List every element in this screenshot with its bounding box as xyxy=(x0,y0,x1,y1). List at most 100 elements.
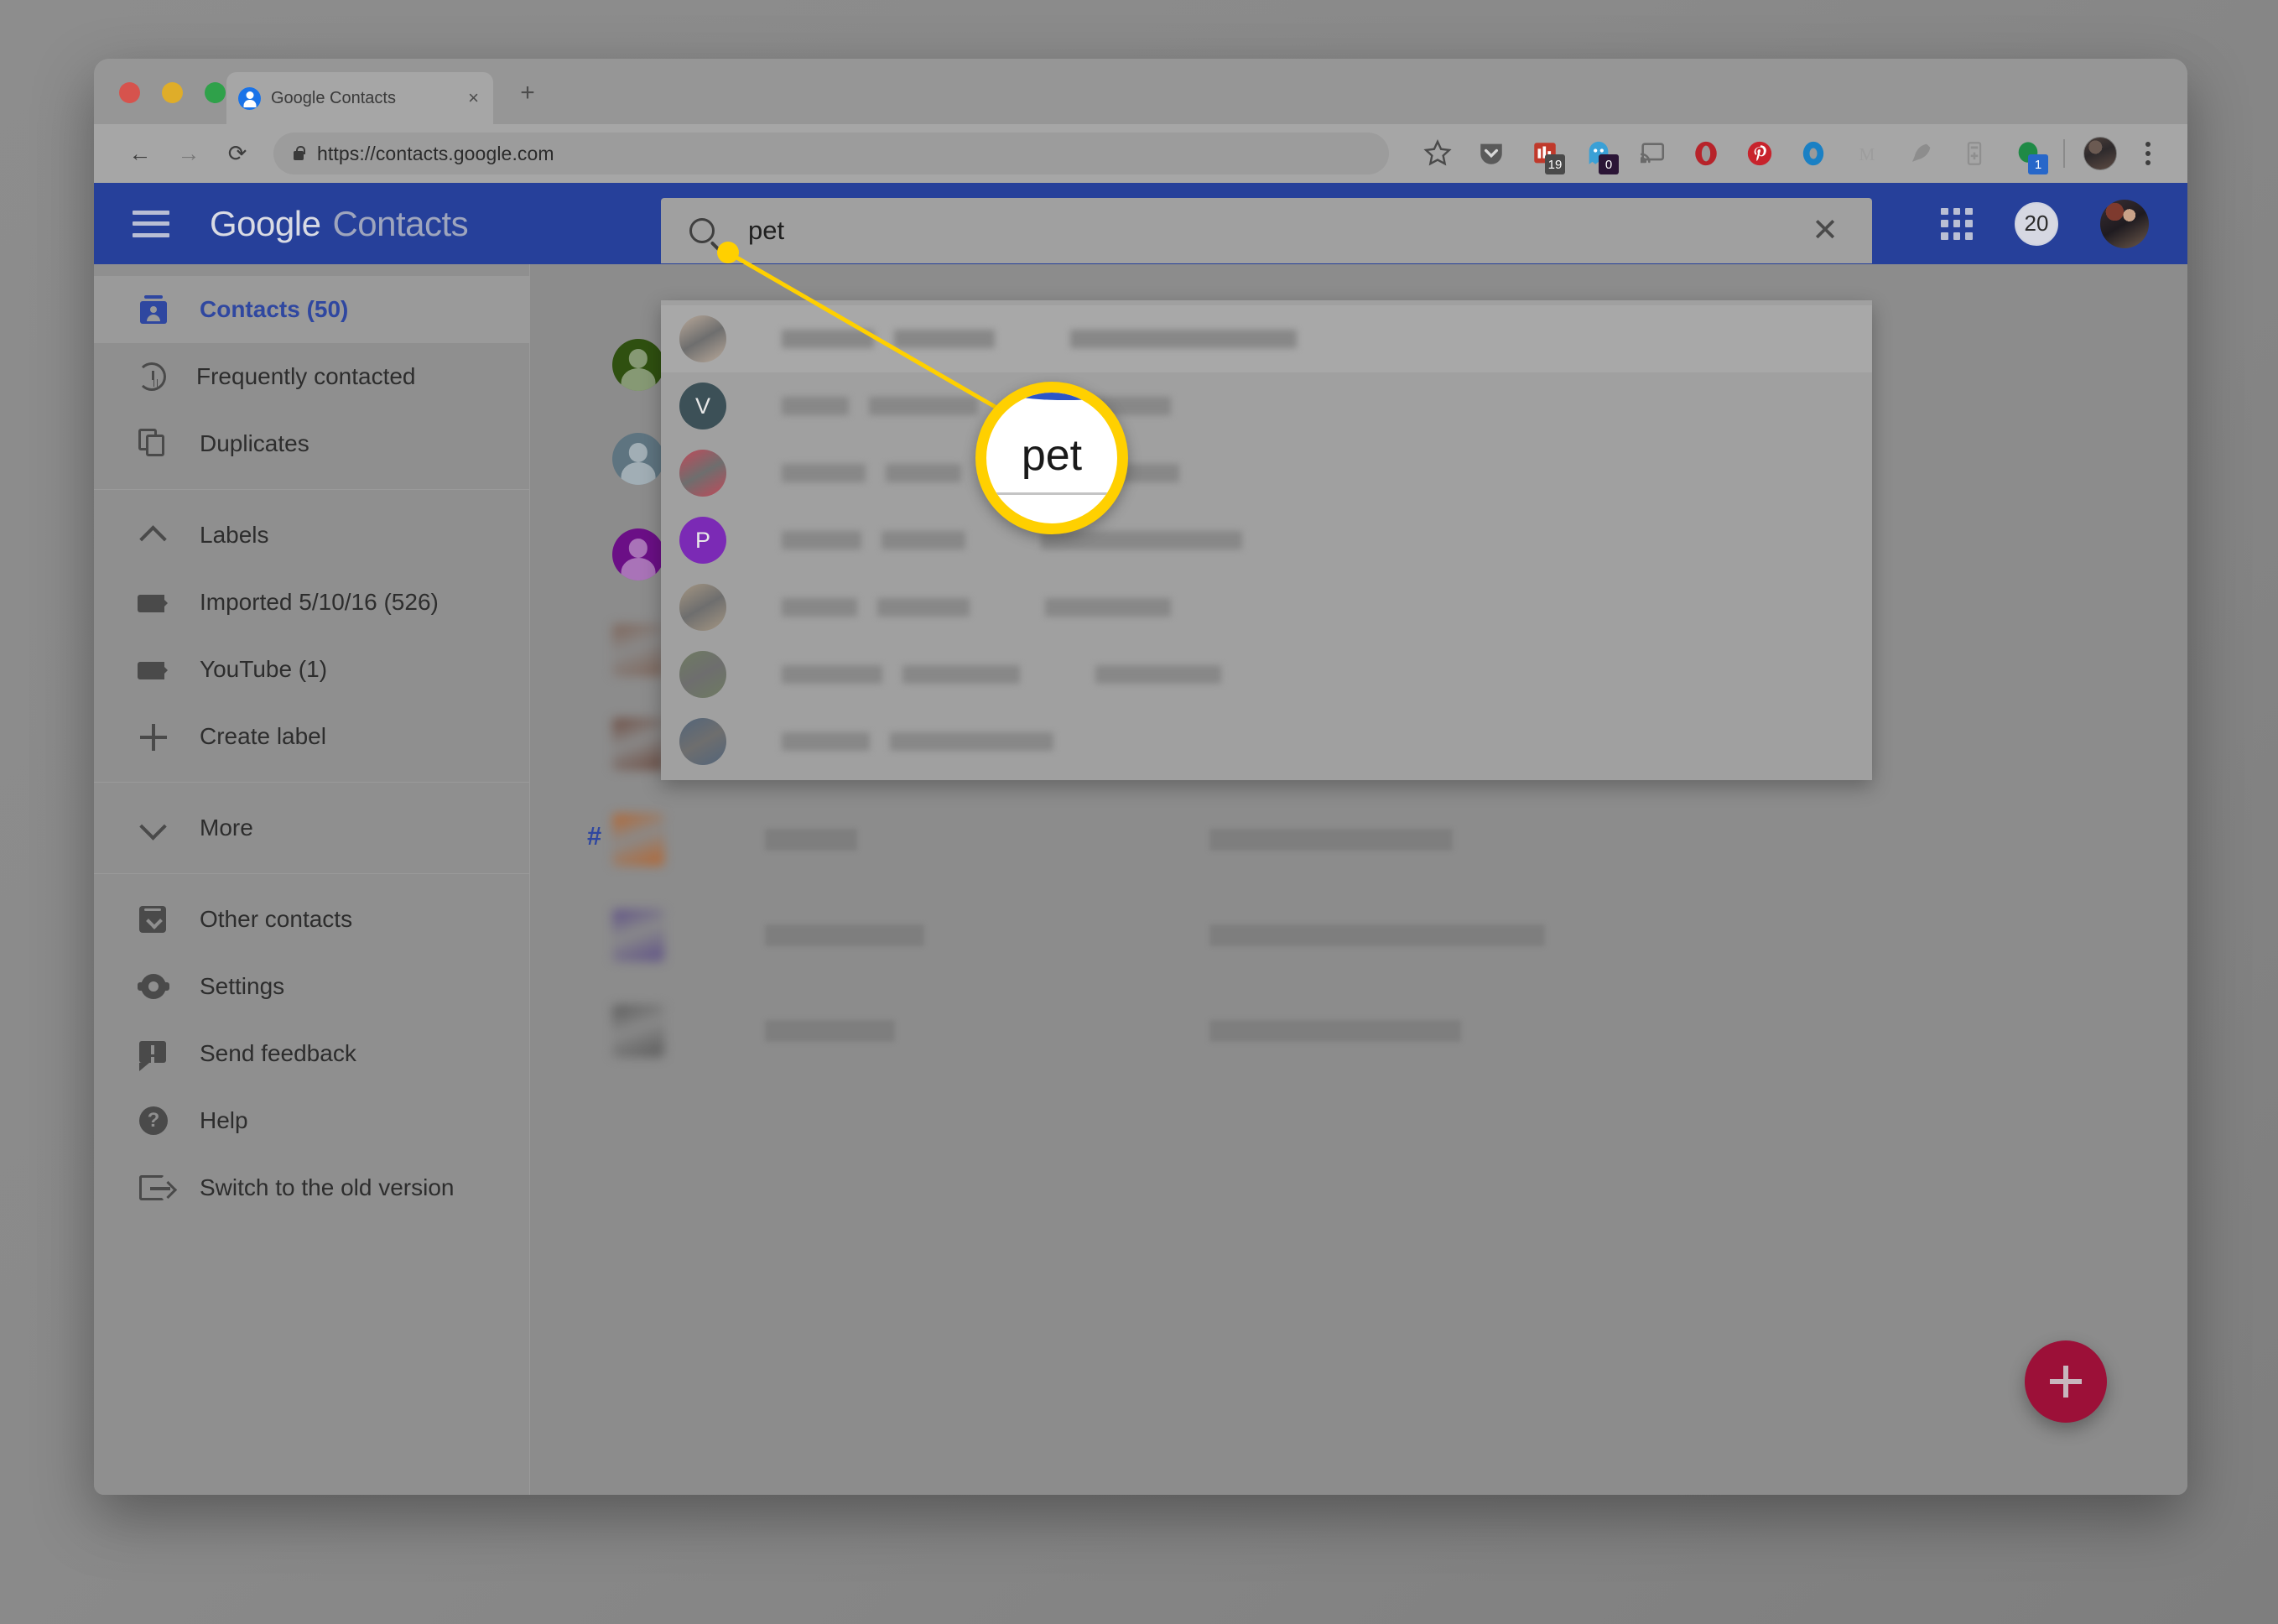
calendar-extension-icon[interactable]: 19 xyxy=(1518,124,1572,183)
ghostery-extension-icon[interactable]: 0 xyxy=(1572,124,1625,183)
suggestion-name xyxy=(782,330,874,348)
green-extension-icon[interactable]: 1 xyxy=(2001,124,2055,183)
new-tab-button[interactable]: + xyxy=(513,81,542,106)
feedback-icon xyxy=(138,1038,169,1071)
sidebar-item-imported-label[interactable]: Imported 5/10/16 (526) xyxy=(94,569,529,636)
sidebar-item-frequently-contacted[interactable]: Frequently contacted xyxy=(94,343,529,410)
browser-tab-title: Google Contacts xyxy=(271,88,396,107)
cast-icon[interactable] xyxy=(1625,124,1679,183)
contact-row[interactable] xyxy=(530,798,2187,882)
contact-card-icon xyxy=(138,294,169,325)
green-extension-badge: 1 xyxy=(2028,154,2048,174)
inbox-down-icon xyxy=(138,903,169,935)
maximize-window-button[interactable] xyxy=(205,82,226,103)
browser-tab[interactable]: Google Contacts × xyxy=(226,72,493,124)
sidebar-item-more[interactable]: More xyxy=(94,794,529,861)
browser-profile-avatar[interactable] xyxy=(2073,124,2127,183)
suggestion-texts xyxy=(752,665,1872,684)
contact-avatar xyxy=(612,814,664,866)
contact-row[interactable] xyxy=(530,893,2187,977)
reload-button[interactable]: ⟳ xyxy=(213,134,262,173)
browser-tab-strip: Google Contacts × + xyxy=(94,59,2187,124)
alphabet-index-marker: # xyxy=(587,821,602,851)
sidebar-item-duplicates[interactable]: Duplicates xyxy=(94,410,529,477)
suggestion-email xyxy=(1045,598,1171,617)
sidebar-item-label: Settings xyxy=(200,973,285,999)
sidebar-item-other-contacts[interactable]: Other contacts xyxy=(94,886,529,953)
suggestion-surname xyxy=(886,464,961,482)
form-filler-extension-icon[interactable] xyxy=(1948,124,2001,183)
contact-row[interactable] xyxy=(530,989,2187,1073)
create-contact-button[interactable] xyxy=(2025,1340,2107,1423)
browser-menu-icon[interactable] xyxy=(2127,124,2169,183)
sidebar-item-label: Switch to the old version xyxy=(200,1174,455,1200)
suggestion-name xyxy=(782,665,882,684)
suggestion-email xyxy=(1070,330,1297,348)
callout-anchor-dot xyxy=(717,242,739,263)
search-suggestion-row[interactable] xyxy=(661,641,1872,708)
search-suggestion-row[interactable] xyxy=(661,305,1872,372)
back-button[interactable]: ← xyxy=(116,134,164,173)
suggestion-name xyxy=(782,464,866,482)
sidebar-item-youtube-label[interactable]: YouTube (1) xyxy=(94,636,529,703)
pocket-extension-icon[interactable] xyxy=(1464,124,1518,183)
google-apps-icon[interactable] xyxy=(1941,207,1973,240)
search-suggestion-row[interactable] xyxy=(661,574,1872,641)
search-suggestion-row[interactable] xyxy=(661,440,1872,507)
sidebar-item-label: More xyxy=(200,815,253,841)
suggestion-email xyxy=(1041,531,1242,549)
suggestion-surname xyxy=(894,330,995,348)
search-suggestion-row[interactable] xyxy=(661,708,1872,775)
search-bar[interactable]: pet ✕ xyxy=(661,198,1872,263)
suggestion-surname xyxy=(902,665,1020,684)
lock-icon xyxy=(292,145,305,162)
search-input[interactable]: pet xyxy=(748,216,784,246)
sidebar-group-main: Contacts (50) Frequently contacted Dupli… xyxy=(94,264,529,490)
sidebar-group-labels: Labels Imported 5/10/16 (526) YouTube (1… xyxy=(94,490,529,783)
search-suggestion-row[interactable]: V xyxy=(661,372,1872,440)
bookmark-star-icon[interactable] xyxy=(1411,124,1464,183)
search-suggestion-row[interactable]: P xyxy=(661,507,1872,574)
notification-count-badge[interactable]: 20 xyxy=(2015,201,2058,246)
suggestion-surname xyxy=(890,732,1053,751)
blue-circle-extension-icon[interactable] xyxy=(1787,124,1840,183)
toolbar-divider xyxy=(2063,139,2065,168)
contact-name xyxy=(765,829,857,851)
close-tab-icon[interactable]: × xyxy=(465,86,481,110)
medium-extension-icon[interactable]: M xyxy=(1840,124,1894,183)
history-icon xyxy=(138,362,166,391)
opera-extension-icon[interactable] xyxy=(1679,124,1733,183)
window-controls xyxy=(119,82,226,103)
sidebar: Contacts (50) Frequently contacted Dupli… xyxy=(94,264,530,1495)
address-bar[interactable]: https://contacts.google.com xyxy=(273,133,1389,174)
suggestion-name xyxy=(782,732,870,751)
forward-button[interactable]: → xyxy=(164,134,213,173)
sidebar-item-send-feedback[interactable]: Send feedback xyxy=(94,1020,529,1087)
contact-avatar xyxy=(612,909,664,961)
sidebar-item-labels[interactable]: Labels xyxy=(94,502,529,569)
search-icon xyxy=(689,218,715,243)
contact-email xyxy=(1209,924,1545,946)
magnifier-callout: pet xyxy=(975,382,1128,534)
sidebar-group-footer: Other contacts Settings Send feedback ? … xyxy=(94,874,529,1233)
sidebar-item-label: Frequently contacted xyxy=(196,363,416,389)
hamburger-menu-icon[interactable] xyxy=(133,210,169,237)
sidebar-item-settings[interactable]: Settings xyxy=(94,953,529,1020)
sidebar-item-create-label[interactable]: Create label xyxy=(94,703,529,770)
sidebar-item-contacts[interactable]: Contacts (50) xyxy=(94,276,529,343)
sidebar-item-help[interactable]: ? Help xyxy=(94,1087,529,1154)
close-window-button[interactable] xyxy=(119,82,140,103)
pinterest-extension-icon[interactable] xyxy=(1733,124,1787,183)
suggestion-texts xyxy=(752,464,1872,482)
contact-avatar xyxy=(612,528,664,580)
plus-icon xyxy=(2048,1364,2083,1399)
sidebar-item-switch-old-version[interactable]: Switch to the old version xyxy=(94,1154,529,1221)
feather-extension-icon[interactable] xyxy=(1894,124,1948,183)
account-avatar[interactable] xyxy=(2100,199,2149,248)
magnifier-divider-line xyxy=(986,492,1117,495)
help-icon: ? xyxy=(138,1105,169,1137)
ghostery-badge: 0 xyxy=(1599,154,1619,174)
minimize-window-button[interactable] xyxy=(162,82,183,103)
clear-search-icon[interactable]: ✕ xyxy=(1812,215,1839,247)
sidebar-item-label: Imported 5/10/16 (526) xyxy=(200,589,439,615)
